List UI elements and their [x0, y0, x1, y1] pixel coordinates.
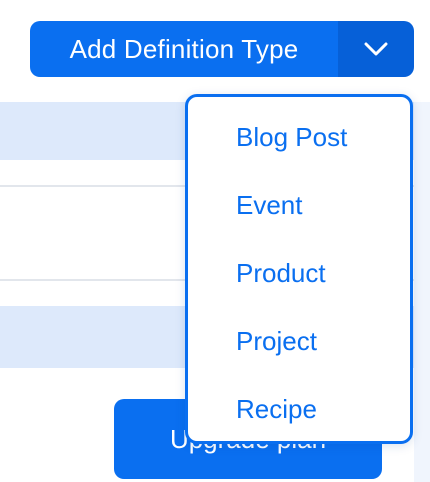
- definition-type-dropdown-menu: Blog Post Event Product Project Recipe: [185, 94, 413, 444]
- chevron-down-icon: [364, 42, 388, 56]
- menu-item-recipe[interactable]: Recipe: [188, 375, 410, 443]
- definition-type-dropdown-toggle[interactable]: [338, 21, 414, 77]
- menu-item-blog-post[interactable]: Blog Post: [188, 103, 410, 171]
- add-definition-type-button[interactable]: Add Definition Type: [30, 21, 338, 77]
- menu-item-product[interactable]: Product: [188, 239, 410, 307]
- menu-item-event[interactable]: Event: [188, 171, 410, 239]
- add-definition-type-split-button: Add Definition Type: [30, 21, 414, 77]
- scroll-edge: [414, 102, 430, 482]
- page: Add Definition Type Upgrade plan Blog Po…: [0, 0, 430, 482]
- menu-item-project[interactable]: Project: [188, 307, 410, 375]
